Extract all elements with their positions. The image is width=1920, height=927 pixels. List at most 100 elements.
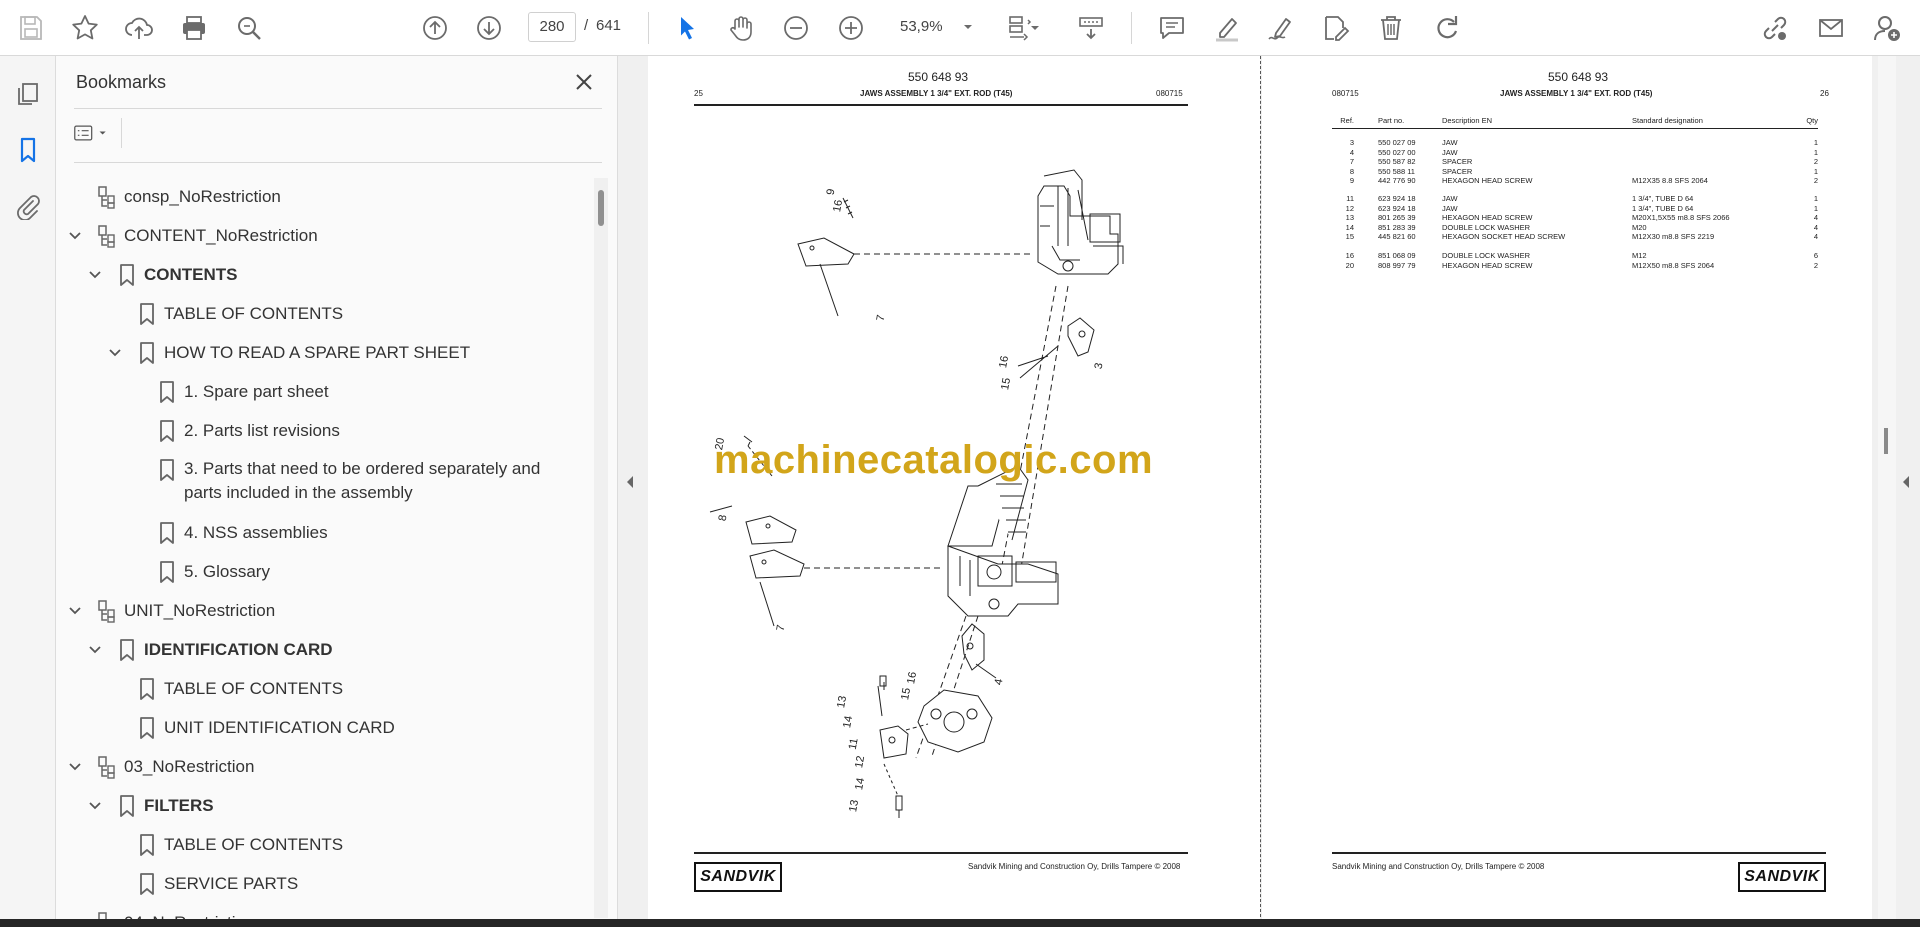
cell-ref: 15 <box>1345 232 1354 241</box>
bookmark-item[interactable]: FILTERS <box>56 791 584 821</box>
scroll-mode-icon[interactable] <box>1072 9 1110 47</box>
bookmark-icon <box>136 677 158 701</box>
chevron-down-icon[interactable] <box>66 227 84 245</box>
bookmark-item[interactable]: IDENTIFICATION CARD <box>56 635 584 665</box>
email-icon[interactable] <box>1812 9 1850 47</box>
bookmark-item[interactable]: CONTENTS <box>56 260 584 290</box>
callout-label: 15 <box>999 376 1014 392</box>
bookmark-item[interactable]: TABLE OF CONTENTS <box>56 830 584 860</box>
collapse-right-panel-icon[interactable] <box>1898 470 1914 494</box>
cell-desc: JAW <box>1442 203 1458 213</box>
callout-label: 14 <box>841 714 856 730</box>
chevron-down-icon[interactable] <box>86 797 104 815</box>
redo-icon[interactable] <box>1428 9 1466 47</box>
cell-ref: 7 <box>1349 157 1354 166</box>
bookmark-item[interactable]: 3. Parts that need to be ordered separat… <box>56 455 584 509</box>
document-scrollbar-thumb[interactable] <box>1884 428 1888 454</box>
bookmark-item[interactable]: 4. NSS assemblies <box>56 518 584 548</box>
cell-desc: HEXAGON HEAD SCREW <box>1442 176 1533 185</box>
cell-qty: 1 <box>1813 138 1818 147</box>
cell-part: 623 924 18 <box>1378 194 1416 203</box>
page-fit-chevron-icon[interactable] <box>1024 9 1046 47</box>
column-header: Standard designation <box>1632 116 1703 125</box>
bookmark-item[interactable]: UNIT_NoRestriction <box>56 596 584 626</box>
bookmark-label: IDENTIFICATION CARD <box>144 640 333 659</box>
list-options-icon <box>74 125 93 141</box>
cell-std: M12 <box>1632 251 1647 260</box>
cell-ref: 11 <box>1346 194 1354 203</box>
bookmark-item[interactable]: 03_NoRestriction <box>56 752 584 782</box>
comment-icon[interactable] <box>1153 9 1191 47</box>
cell-ref: 13 <box>1345 213 1354 222</box>
cell-std: M12X30 m8.8 SFS 2219 <box>1632 232 1715 241</box>
bookmark-item[interactable]: consp_NoRestriction <box>56 182 584 212</box>
bookmark-options-button[interactable] <box>74 118 122 148</box>
star-icon[interactable] <box>66 9 104 47</box>
footer-copyright: Sandvik Mining and Construction Oy, Dril… <box>968 862 1181 871</box>
trash-icon[interactable] <box>1372 9 1410 47</box>
bookmark-item[interactable]: 2. Parts list revisions <box>56 416 584 446</box>
share-link-icon[interactable] <box>1756 9 1794 47</box>
bookmark-item[interactable]: TABLE OF CONTENTS <box>56 299 584 329</box>
chevron-down-icon[interactable] <box>66 602 84 620</box>
account-icon[interactable] <box>1868 9 1906 47</box>
zoom-in-icon[interactable] <box>832 9 870 47</box>
bookmark-label: 3. Parts that need to be ordered separat… <box>184 459 541 502</box>
cell-ref: 3 <box>1349 138 1354 147</box>
document-scrollbar[interactable] <box>1878 56 1896 927</box>
top-toolbar: 280 / 641 53,9% <box>0 0 1920 56</box>
bookmark-icon <box>116 638 138 662</box>
bookmark-item[interactable]: 1. Spare part sheet <box>56 377 584 407</box>
page-divider <box>1260 56 1261 927</box>
footer-copyright: Sandvik Mining and Construction Oy, Dril… <box>1332 862 1545 871</box>
page-number-input[interactable]: 280 <box>528 12 576 42</box>
bookmark-item[interactable]: UNIT IDENTIFICATION CARD <box>56 713 584 743</box>
collapse-left-panel-icon[interactable] <box>622 470 638 494</box>
select-cursor-icon[interactable] <box>668 9 706 47</box>
bookmark-item[interactable]: 5. Glossary <box>56 557 584 587</box>
chevron-down-icon <box>962 12 974 53</box>
save-icon[interactable] <box>12 9 50 47</box>
cell-qty: 1 <box>1813 194 1818 203</box>
bookmark-item[interactable]: SERVICE PARTS <box>56 869 584 899</box>
bookmark-item[interactable]: CONTENT_NoRestriction <box>56 221 584 251</box>
zoom-out-icon[interactable] <box>777 9 815 47</box>
callout-label: 14 <box>853 776 868 792</box>
bookmarks-scrollbar-thumb[interactable] <box>598 190 604 226</box>
edit-text-icon[interactable] <box>1316 9 1354 47</box>
close-icon[interactable] <box>570 68 598 96</box>
upload-cloud-icon[interactable] <box>120 9 158 47</box>
cell-qty: 6 <box>1813 251 1818 260</box>
bookmark-icon <box>116 794 138 818</box>
cell-ref: 8 <box>1349 166 1354 176</box>
draw-pen-icon[interactable] <box>1262 9 1300 47</box>
zoom-level-dropdown[interactable]: 53,9% <box>890 12 980 42</box>
pdf-viewer-window: 280 / 641 53,9% Bookmarks consp_NoRestri… <box>0 0 1920 927</box>
table-row: 15 445 821 60 HEXAGON SOCKET HEAD SCREW … <box>1332 232 1818 242</box>
bookmarks-scrollbar[interactable] <box>594 178 608 918</box>
bookmark-tree-icon <box>96 755 118 779</box>
cell-part: 851 283 39 <box>1378 222 1416 232</box>
highlight-pen-icon[interactable] <box>1208 9 1246 47</box>
pages-icon[interactable] <box>10 76 46 112</box>
bookmark-panel-icon[interactable] <box>10 132 46 168</box>
cell-part: 851 068 09 <box>1378 251 1416 260</box>
page-separator: / <box>584 17 589 34</box>
bookmark-icon <box>136 872 158 896</box>
bookmark-item[interactable]: TABLE OF CONTENTS <box>56 674 584 704</box>
cell-std: M12X50 m8.8 SFS 2064 <box>1632 260 1715 270</box>
hand-tool-icon[interactable] <box>722 9 760 47</box>
print-icon[interactable] <box>175 9 213 47</box>
footer-rule <box>1332 852 1826 854</box>
chevron-down-icon[interactable] <box>66 758 84 776</box>
chevron-down-icon[interactable] <box>86 641 104 659</box>
callout-label: 16 <box>831 198 846 214</box>
zoom-search-icon[interactable] <box>230 9 268 47</box>
toolbar-divider <box>1131 12 1132 44</box>
chevron-down-icon[interactable] <box>86 266 104 284</box>
bookmark-item[interactable]: HOW TO READ A SPARE PART SHEET <box>56 338 584 368</box>
next-page-icon[interactable] <box>470 9 508 47</box>
chevron-down-icon[interactable] <box>106 344 124 362</box>
attachment-icon[interactable] <box>10 188 46 224</box>
previous-page-icon[interactable] <box>416 9 454 47</box>
